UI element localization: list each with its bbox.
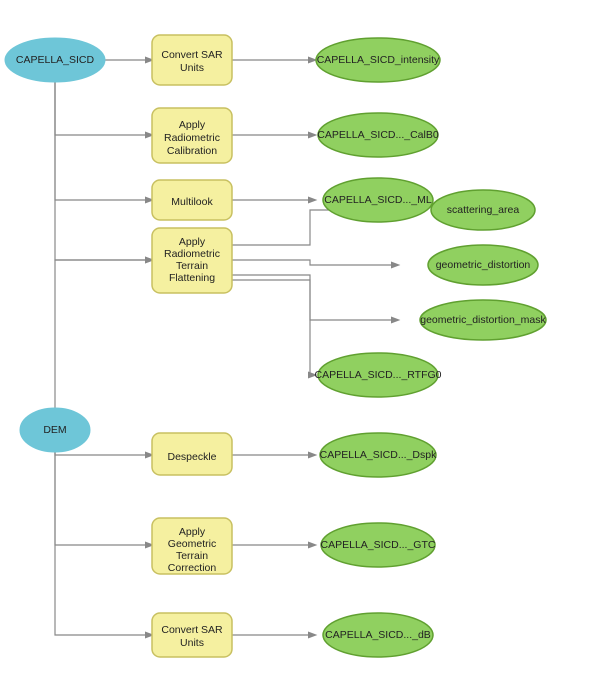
geometric-distortion-label: geometric_distortion — [436, 259, 531, 271]
despeckle-label: Despeckle — [167, 451, 216, 463]
apply-radio-cal-label1: Apply — [179, 119, 206, 131]
apply-radio-cal-label3: Calibration — [167, 145, 217, 157]
capella-dspk-label: CAPELLA_SICD..._Dspk — [320, 449, 437, 461]
geometric-distortion-mask-label: geometric_distortion_mask — [420, 314, 546, 326]
apply-gtc-label4: Correction — [168, 562, 217, 574]
multilook-label: Multilook — [171, 196, 213, 208]
apply-gtc-label1: Apply — [179, 526, 206, 538]
convert-sar-1-label2: Units — [180, 62, 204, 74]
capella-calb0-label: CAPELLA_SICD..._CalB0 — [317, 129, 439, 141]
convert-sar-1-label: Convert SAR — [161, 49, 223, 61]
workflow-diagram: CAPELLA_SICD DEM Convert SAR Units Apply… — [0, 0, 590, 695]
capella-intensity-label: CAPELLA_SICD_intensity — [317, 54, 440, 66]
apply-radio-cal-label2: Radiometric — [164, 132, 220, 144]
convert-sar-2-label2: Units — [180, 637, 204, 649]
capella-ml-label: CAPELLA_SICD..._ML — [324, 194, 432, 206]
capella-gtc-label: CAPELLA_SICD..._GTC — [321, 539, 436, 551]
apply-rtf-label4: Flattening — [169, 272, 215, 284]
capella-db-label: CAPELLA_SICD..._dB — [325, 629, 431, 641]
capella-rtfg0-label: CAPELLA_SICD..._RTFG0 — [314, 369, 441, 381]
convert-sar-2-label1: Convert SAR — [161, 624, 223, 636]
apply-rtf-label2: Radiometric — [164, 248, 220, 260]
apply-rtf-label1: Apply — [179, 236, 206, 248]
apply-rtf-label3: Terrain — [176, 260, 208, 272]
capella-sicd-label: CAPELLA_SICD — [16, 54, 95, 66]
scattering-area-label: scattering_area — [447, 204, 520, 216]
dem-label: DEM — [43, 424, 66, 436]
apply-gtc-label2: Geometric — [168, 538, 216, 550]
apply-gtc-label3: Terrain — [176, 550, 208, 562]
